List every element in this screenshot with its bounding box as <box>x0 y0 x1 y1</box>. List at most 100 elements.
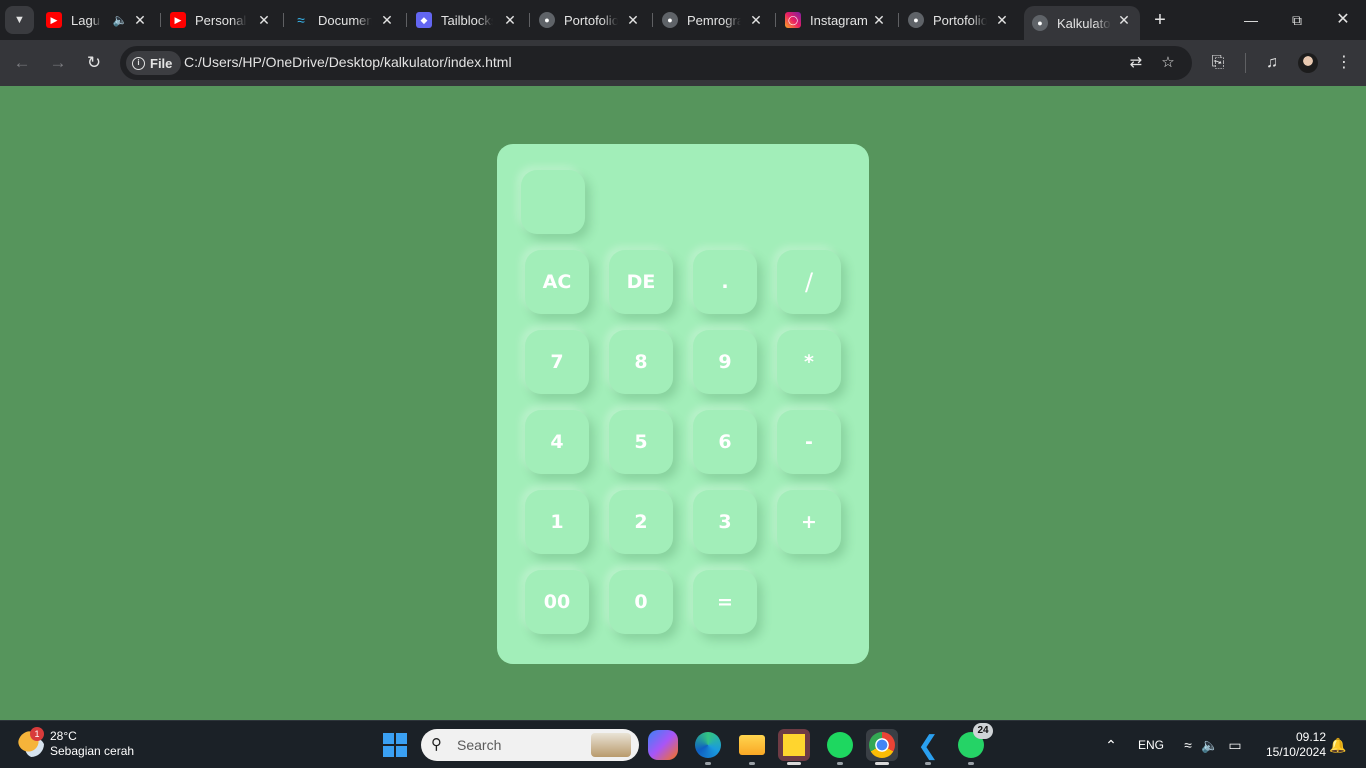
key-3[interactable]: 3 <box>693 490 757 554</box>
extensions-icon[interactable]: ⎘ <box>1206 51 1230 75</box>
running-indicator <box>968 762 974 765</box>
close-tab-icon[interactable]: ✕ <box>379 12 395 28</box>
youtube-icon: ▶ <box>46 12 62 28</box>
key-plus[interactable]: + <box>777 490 841 554</box>
chrome-icon <box>869 732 895 758</box>
reload-button[interactable]: ↻ <box>82 51 106 75</box>
globe-icon: ● <box>662 12 678 28</box>
volume-icon[interactable]: 🔈 <box>1200 735 1220 755</box>
instagram-icon: ◯ <box>785 12 801 28</box>
tab-6[interactable]: ● Pemrograman ✕ <box>662 6 772 34</box>
key-divide[interactable]: / <box>777 250 841 314</box>
chrome-app[interactable] <box>866 729 898 765</box>
tab-1[interactable]: ▶ Lagu Kenangan 🔈 ✕ <box>46 6 156 34</box>
vscode-app[interactable]: ❮ <box>912 729 944 765</box>
running-indicator <box>705 762 711 765</box>
key-9[interactable]: 9 <box>693 330 757 394</box>
start-button[interactable] <box>383 733 407 757</box>
key-all-clear[interactable]: AC <box>525 250 589 314</box>
key-minus[interactable]: - <box>777 410 841 474</box>
notification-bell-icon[interactable]: 🔔 <box>1328 735 1348 755</box>
address-bar[interactable]: i File C:/Users/HP/OneDrive/Desktop/kalk… <box>120 46 1192 80</box>
tab-strip: ▼ ▶ Lagu Kenangan 🔈 ✕ ▶ Personal Brandin… <box>0 0 1366 40</box>
url-text[interactable]: C:/Users/HP/OneDrive/Desktop/kalkulator/… <box>184 54 512 70</box>
translate-icon[interactable]: ⇄ <box>1126 53 1146 73</box>
copilot-app[interactable] <box>648 730 678 760</box>
tab-title: Documentation <box>318 12 372 28</box>
key-decimal[interactable]: . <box>693 250 757 314</box>
sticky-notes-icon <box>783 734 805 756</box>
tab-title: Tailblocks <box>441 12 493 28</box>
tab-4[interactable]: ◆ Tailblocks ✕ <box>416 6 526 34</box>
battery-icon[interactable]: ▭ <box>1225 735 1245 755</box>
sticky-notes-app[interactable] <box>778 729 810 765</box>
toolbar-divider <box>1245 53 1246 73</box>
close-tab-icon[interactable]: ✕ <box>132 12 148 28</box>
close-tab-icon[interactable]: ✕ <box>625 12 641 28</box>
tab-title: Portofolio <box>933 12 987 28</box>
tab-2[interactable]: ▶ Personal Branding ✕ <box>170 6 280 34</box>
menu-kebab-icon[interactable]: ⋮ <box>1332 51 1356 75</box>
clock-time: 09.12 <box>1295 730 1326 744</box>
close-tab-icon[interactable]: ✕ <box>748 12 764 28</box>
media-control-icon[interactable]: ♫ <box>1260 51 1284 75</box>
key-double-zero[interactable]: 00 <box>525 570 589 634</box>
chevron-down-icon: ▼ <box>14 14 25 26</box>
tab-7[interactable]: ◯ Instagram ✕ <box>785 6 895 34</box>
calculator-display <box>521 170 585 234</box>
tab-8[interactable]: ● Portofolio ✕ <box>908 6 1018 34</box>
speaker-icon[interactable]: 🔈 <box>112 12 128 28</box>
site-info-chip[interactable]: i File <box>126 51 182 75</box>
key-5[interactable]: 5 <box>609 410 673 474</box>
key-4[interactable]: 4 <box>525 410 589 474</box>
key-2[interactable]: 2 <box>609 490 673 554</box>
chip-label: File <box>150 55 173 71</box>
key-6[interactable]: 6 <box>693 410 757 474</box>
key-multiply[interactable]: * <box>777 330 841 394</box>
forward-button[interactable]: → <box>46 51 70 75</box>
tab-divider <box>898 13 899 27</box>
notification-badge: 24 <box>973 723 993 739</box>
tab-title: Kalkulator <box>1057 15 1111 31</box>
profile-avatar[interactable] <box>1298 53 1318 73</box>
key-delete[interactable]: DE <box>609 250 673 314</box>
chevron-up-icon[interactable]: ⌃ <box>1101 735 1121 755</box>
taskbar-search[interactable]: ⚲ Search <box>421 729 639 761</box>
spotify-app[interactable] <box>824 729 856 765</box>
new-tab-button[interactable]: + <box>1150 10 1170 30</box>
language-indicator[interactable]: ENG <box>1138 721 1164 768</box>
close-tab-icon[interactable]: ✕ <box>1116 12 1132 28</box>
tab-divider <box>160 13 161 27</box>
tailblocks-icon: ◆ <box>416 12 432 28</box>
browser-toolbar: ← → ↻ i File C:/Users/HP/OneDrive/Deskto… <box>0 40 1366 86</box>
key-equals[interactable]: = <box>693 570 757 634</box>
whatsapp-app[interactable]: 24 <box>955 723 993 765</box>
key-1[interactable]: 1 <box>525 490 589 554</box>
tailwind-icon: ≈ <box>297 12 305 28</box>
minimize-button[interactable]: — <box>1239 8 1263 32</box>
clock[interactable]: 09.12 15/10/2024 <box>1258 730 1326 760</box>
running-indicator <box>925 762 931 765</box>
close-tab-icon[interactable]: ✕ <box>256 12 272 28</box>
close-tab-icon[interactable]: ✕ <box>502 12 518 28</box>
close-tab-icon[interactable]: ✕ <box>871 12 887 28</box>
search-highlight-image <box>591 733 631 757</box>
close-tab-icon[interactable]: ✕ <box>994 12 1010 28</box>
tab-search-button[interactable]: ▼ <box>5 6 34 34</box>
key-0[interactable]: 0 <box>609 570 673 634</box>
wifi-icon[interactable]: ≈ <box>1178 735 1198 755</box>
weather-widget[interactable]: 1 28°C Sebagian cerah <box>18 727 134 759</box>
file-explorer-app[interactable] <box>736 729 768 765</box>
close-window-button[interactable]: ✕ <box>1331 8 1355 32</box>
tab-9-active[interactable]: ● Kalkulator ✕ <box>1024 6 1140 40</box>
bookmark-star-icon[interactable]: ☆ <box>1158 53 1178 73</box>
partly-sunny-icon: 1 <box>18 727 44 757</box>
key-7[interactable]: 7 <box>525 330 589 394</box>
key-8[interactable]: 8 <box>609 330 673 394</box>
running-indicator <box>875 762 889 765</box>
edge-app[interactable] <box>692 729 724 765</box>
tab-3[interactable]: ≈ Documentation ✕ <box>293 6 403 34</box>
restore-button[interactable]: ⧉ <box>1285 8 1309 32</box>
tab-5[interactable]: ● Portofolio ✕ <box>539 6 649 34</box>
back-button[interactable]: ← <box>10 51 34 75</box>
